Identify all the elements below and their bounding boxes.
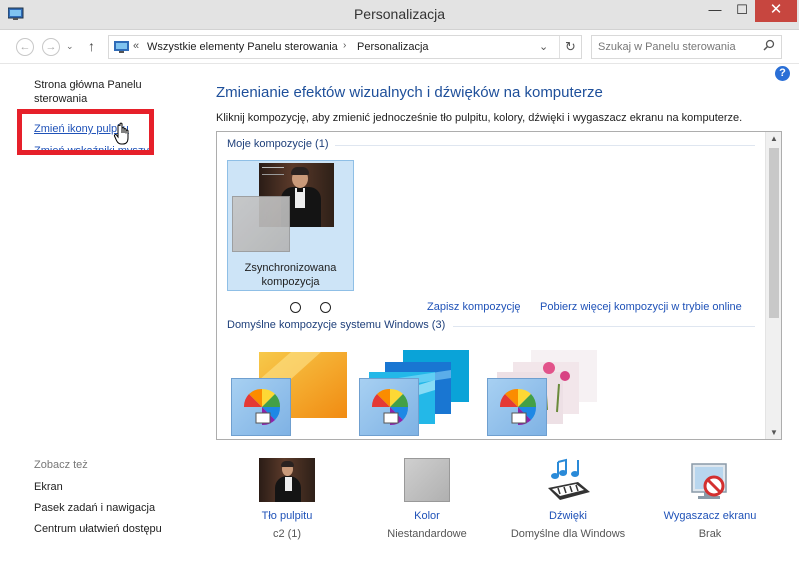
page-description: Kliknij kompozycję, aby zmienić jednocze…	[216, 112, 743, 124]
color-label[interactable]: Kolor	[357, 510, 497, 522]
theme-option-dot[interactable]	[290, 302, 301, 313]
sounds-icon	[548, 458, 590, 500]
address-bar[interactable]: « Wszystkie elementy Panelu sterowania ›…	[108, 35, 582, 59]
refresh-button[interactable]: ↻	[559, 36, 581, 58]
desktop-background-label[interactable]: Tło pulpitu	[217, 510, 357, 522]
window-title: Personalizacja	[353, 6, 446, 22]
color-swatch-icon	[404, 458, 450, 502]
search-box[interactable]	[591, 35, 782, 59]
control-panel-home-link[interactable]: Strona główna Panelu sterowania	[34, 78, 194, 106]
themes-list[interactable]: Moje kompozycje (1) Zsynchronizowana kom…	[216, 131, 782, 440]
breadcrumb-all-items[interactable]: Wszystkie elementy Panelu sterowania	[147, 41, 338, 53]
sounds-label[interactable]: Dźwięki	[498, 510, 638, 522]
double-chevron-icon[interactable]: «	[133, 40, 139, 52]
see-also-heading: Zobacz też	[34, 459, 88, 471]
themes-scrollbar[interactable]: ▲ ▼	[765, 132, 781, 439]
page-heading: Zmienianie efektów wizualnych i dźwięków…	[216, 84, 603, 101]
desktop-background-icon	[259, 458, 315, 502]
back-button[interactable]: ←	[16, 38, 34, 56]
windows-theme-tile[interactable]	[231, 350, 359, 439]
desktop-background-value: c2 (1)	[272, 528, 302, 540]
theme-option-dot[interactable]	[320, 302, 331, 313]
color-value: Niestandardowe	[387, 528, 467, 540]
default-themes-header: Domyślne kompozycje systemu Windows (3)	[227, 319, 446, 331]
breadcrumb-separator-icon[interactable]: ›	[343, 40, 346, 51]
divider	[335, 145, 755, 146]
maximize-button[interactable]: ☐	[729, 0, 755, 22]
up-arrow-icon[interactable]: ↑	[88, 38, 95, 54]
scroll-thumb[interactable]	[769, 148, 779, 318]
sounds-value: Domyślne dla Windows	[510, 528, 626, 540]
synchronized-theme-label: Zsynchronizowana kompozycja	[244, 262, 337, 288]
screen-saver-value: Brak	[698, 528, 722, 540]
close-button[interactable]: ✕	[755, 0, 797, 22]
my-themes-header: Moje kompozycje (1)	[227, 138, 329, 150]
synchronized-theme-tile[interactable]: Zsynchronizowana kompozycja	[227, 160, 354, 291]
get-more-themes-link[interactable]: Pobierz więcej kompozycji w trybie onlin…	[540, 301, 742, 313]
divider	[453, 326, 755, 327]
windows-theme-tile[interactable]	[487, 350, 615, 439]
see-also-taskbar-link[interactable]: Pasek zadań i nawigacja	[34, 502, 155, 514]
sounds-setting[interactable]: Dźwięki Domyślne dla Windows	[498, 456, 638, 551]
theme-color-swatch	[487, 378, 547, 436]
search-input[interactable]	[592, 36, 757, 58]
see-also-display-link[interactable]: Ekran	[34, 481, 63, 493]
recent-locations-icon[interactable]: ⌄	[66, 41, 74, 52]
help-icon[interactable]: ?	[775, 66, 790, 81]
scroll-down-arrow-icon[interactable]: ▼	[766, 428, 781, 437]
screen-saver-setting[interactable]: Wygaszacz ekranu Brak	[640, 456, 780, 551]
screen-saver-label[interactable]: Wygaszacz ekranu	[640, 510, 780, 522]
title-bar: Personalizacja — ☐ ✕	[0, 0, 799, 30]
address-row: ← → ⌄ ↑ « Wszystkie elementy Panelu ster…	[0, 30, 799, 64]
screen-saver-icon	[691, 463, 727, 499]
hand-cursor-icon	[113, 122, 129, 145]
search-icon[interactable]	[763, 39, 775, 51]
address-dropdown-icon[interactable]: ⌄	[539, 40, 548, 53]
scroll-up-arrow-icon[interactable]: ▲	[766, 134, 781, 143]
windows-theme-tile[interactable]	[359, 350, 487, 439]
theme-color-swatch	[232, 196, 290, 252]
minimize-button[interactable]: —	[701, 0, 729, 22]
theme-color-swatch	[359, 378, 419, 436]
save-theme-link[interactable]: Zapisz kompozycję	[427, 301, 521, 313]
see-also-ease-of-access-link[interactable]: Centrum ułatwień dostępu	[34, 523, 162, 535]
breadcrumb-personalization[interactable]: Personalizacja	[357, 41, 429, 53]
color-setting[interactable]: Kolor Niestandardowe	[357, 456, 497, 551]
desktop-background-setting[interactable]: Tło pulpitu c2 (1)	[217, 456, 357, 551]
forward-button[interactable]: →	[42, 38, 60, 56]
left-navigation: Strona główna Panelu sterowania Zmień ik…	[0, 64, 200, 563]
theme-color-swatch	[231, 378, 291, 436]
control-panel-icon	[114, 41, 129, 53]
